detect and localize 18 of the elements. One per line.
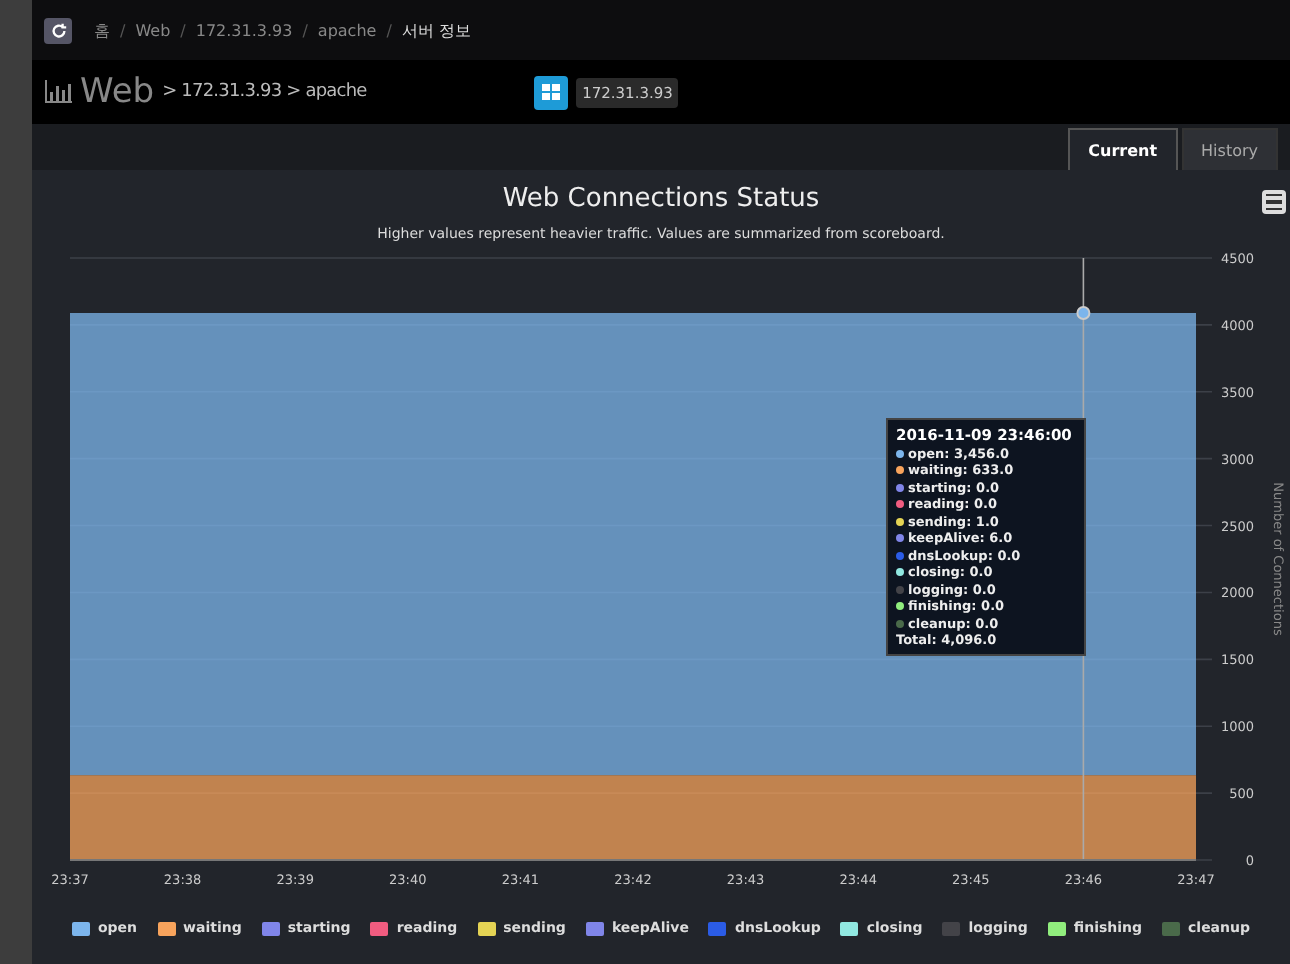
breadcrumb-link[interactable]: apache [317,21,377,39]
page-path: > 172.31.3.93 > apache [162,82,369,102]
chart-title: Web Connections Status [502,184,820,214]
tab[interactable]: Current [1068,128,1178,170]
breadcrumb-separator: / [120,21,126,39]
breadcrumb-link[interactable]: Web [135,21,171,39]
bar-chart-icon [44,80,72,104]
breadcrumb-separator: / [180,21,186,39]
refresh-icon[interactable] [44,17,72,43]
breadcrumb-link[interactable]: 서버 정보 [401,19,471,41]
breadcrumb-separator: / [386,21,392,39]
tab[interactable]: History [1181,128,1278,170]
breadcrumb-link[interactable]: 홈 [94,19,110,41]
page-title: Web [80,72,155,112]
breadcrumb-separator: / [302,21,308,39]
grid-icon[interactable] [534,75,569,109]
menu-icon[interactable] [1262,190,1286,214]
breadcrumb-link[interactable]: 172.31.3.93 [195,21,293,39]
